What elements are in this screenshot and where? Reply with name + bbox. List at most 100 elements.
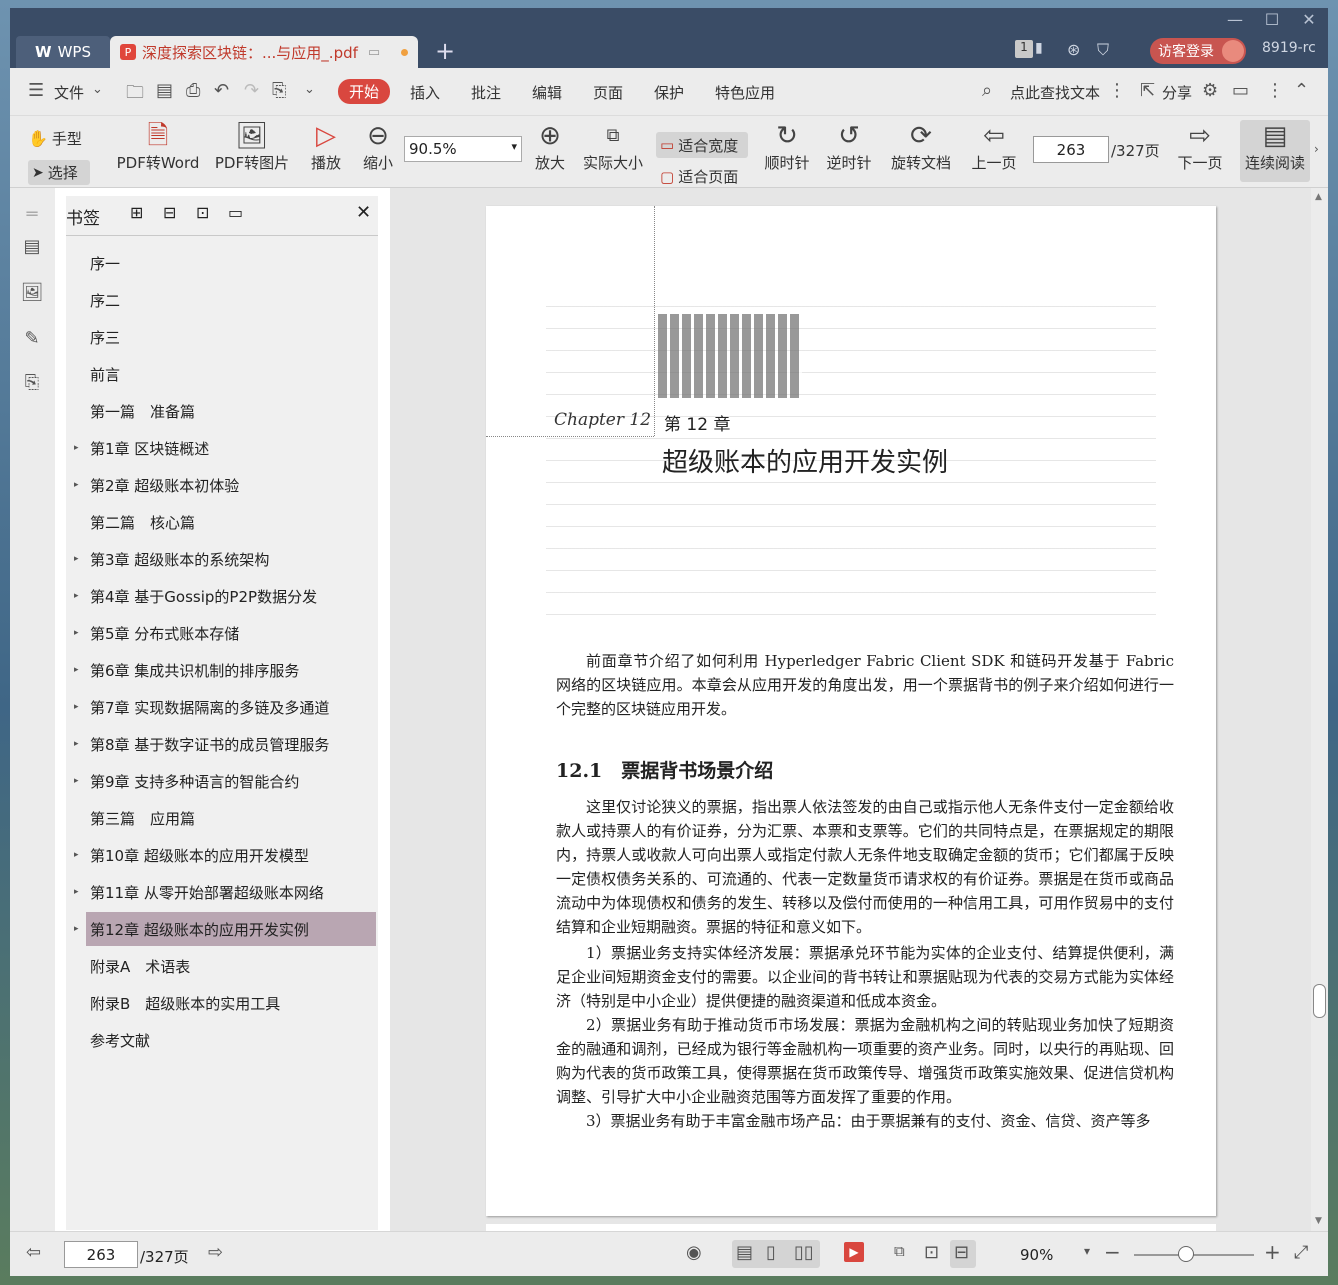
zoom-slider-thumb[interactable] bbox=[1178, 1246, 1194, 1262]
open-folder-icon[interactable]: 🗀 bbox=[126, 80, 144, 110]
tab-document[interactable]: P 深度探索区块链：...与应用_.pdf ▭ bbox=[110, 36, 418, 68]
bookmark-item[interactable]: 第一篇 准备篇 bbox=[86, 394, 376, 428]
actual-size-icon[interactable]: ⧉ bbox=[894, 1242, 905, 1260]
bookmark-item[interactable]: ▸ 第9章 支持多种语言的智能合约 bbox=[74, 764, 376, 798]
expand-arrow-icon[interactable]: ▸ bbox=[74, 443, 79, 453]
bookmark-item[interactable]: ▸ 第2章 超级账本初体验 bbox=[74, 468, 376, 502]
skin-icon[interactable]: ⛉ bbox=[1097, 40, 1109, 60]
login-button[interactable]: 访客登录 bbox=[1150, 38, 1246, 64]
bookmark-item[interactable]: 序二 bbox=[86, 283, 376, 317]
bookmark-item[interactable]: 第三篇 应用篇 bbox=[86, 801, 376, 835]
bookmark-item[interactable]: ▸ 第8章 基于数字证书的成员管理服务 bbox=[74, 727, 376, 761]
expand-arrow-icon[interactable]: ▸ bbox=[74, 554, 79, 564]
cloud-sync-icon[interactable]: ⊛ bbox=[1067, 40, 1080, 59]
next-page-arrow-icon[interactable]: ⇨ bbox=[208, 1242, 223, 1263]
page-number-input[interactable]: 263 bbox=[1033, 136, 1109, 163]
close-panel-icon[interactable]: ✕ bbox=[356, 202, 371, 223]
hamburger-icon[interactable]: ☰ bbox=[28, 80, 44, 101]
single-page-icon[interactable]: ▯ bbox=[766, 1242, 776, 1263]
save-icon[interactable]: ▤ bbox=[156, 80, 173, 101]
status-page-input[interactable]: 263 bbox=[64, 1241, 138, 1268]
bookmark-item[interactable]: 附录B 超级账本的实用工具 bbox=[86, 986, 376, 1020]
bookmark-item[interactable]: ▸ 第6章 集成共识机制的排序服务 bbox=[74, 653, 376, 687]
search-icon[interactable]: ⌕ bbox=[982, 80, 992, 101]
zoom-slider-track[interactable] bbox=[1134, 1254, 1254, 1256]
search-text-button[interactable]: 点此查找文本 bbox=[1010, 82, 1100, 103]
print-icon[interactable]: ⎙ bbox=[186, 80, 200, 101]
rotate-cw-button[interactable]: ↻ 顺时针 bbox=[760, 120, 814, 173]
bookmark-item[interactable]: 序三 bbox=[86, 320, 376, 354]
tab-annotate[interactable]: 批注 bbox=[471, 82, 501, 103]
new-tab-button[interactable]: + bbox=[430, 38, 460, 64]
prev-page-arrow-icon[interactable]: ⇦ bbox=[26, 1242, 41, 1263]
bookmark-item[interactable]: ▸ 第7章 实现数据隔离的多链及多通道 bbox=[74, 690, 376, 724]
export-icon[interactable]: ⎘ bbox=[272, 80, 286, 101]
bookmark-item[interactable]: ▸ 第12章 超级账本的应用开发实例 bbox=[74, 912, 376, 946]
bookmark-item[interactable]: ▸ 第10章 超级账本的应用开发模型 bbox=[74, 838, 376, 872]
collapse-all-icon[interactable]: ⊟ bbox=[163, 203, 176, 222]
bookmark-list-icon[interactable]: ▤ bbox=[20, 236, 44, 260]
settings-icon[interactable]: ⚙ bbox=[1202, 80, 1218, 101]
expand-arrow-icon[interactable]: ▸ bbox=[74, 628, 79, 638]
play-button[interactable]: ▷ 播放 bbox=[306, 120, 346, 173]
attachment-icon[interactable]: ⎘ bbox=[20, 372, 44, 396]
expand-all-icon[interactable]: ⊞ bbox=[130, 203, 143, 222]
bookmark-item[interactable]: ▸ 第1章 区块链概述 bbox=[74, 431, 376, 465]
expand-arrow-icon[interactable]: ▸ bbox=[74, 702, 79, 712]
window-count-badge[interactable]: 1 bbox=[1015, 40, 1033, 58]
tab-insert[interactable]: 插入 bbox=[410, 82, 440, 103]
zoom-in-button[interactable]: ⊕ 放大 bbox=[532, 120, 568, 173]
expand-arrow-icon[interactable]: ▸ bbox=[74, 776, 79, 786]
bookmark-options-icon[interactable]: ▭ bbox=[228, 203, 243, 222]
fit-width-button[interactable]: ▭ 适合宽度 bbox=[656, 132, 748, 158]
tab-edit[interactable]: 编辑 bbox=[532, 82, 562, 103]
share-button[interactable]: 分享 bbox=[1162, 82, 1192, 103]
play-icon[interactable]: ▶ bbox=[844, 1242, 864, 1262]
scroll-thumb[interactable] bbox=[1313, 984, 1326, 1018]
comment-icon[interactable]: ▭ bbox=[1232, 80, 1249, 101]
bookmark-item[interactable]: ▸ 第4章 基于Gossip的P2P数据分发 bbox=[74, 579, 376, 613]
hand-tool-button[interactable]: ✋ 手型 bbox=[28, 128, 90, 149]
bookmark-item[interactable]: ▸ 第5章 分布式账本存储 bbox=[74, 616, 376, 650]
expand-arrow-icon[interactable]: ▸ bbox=[74, 924, 79, 934]
expand-arrow-icon[interactable]: ▸ bbox=[74, 850, 79, 860]
zoom-out-button[interactable]: ⊖ 缩小 bbox=[360, 120, 396, 173]
select-tool-button[interactable]: ➤ 选择 bbox=[28, 160, 90, 185]
expand-arrow-icon[interactable]: ▸ bbox=[74, 591, 79, 601]
tab-page[interactable]: 页面 bbox=[593, 82, 623, 103]
actual-size-button[interactable]: ⧉ 实际大小 bbox=[580, 120, 646, 173]
more-tools-icon[interactable]: ⌄ bbox=[304, 82, 315, 97]
rail-collapse-icon[interactable]: ═ bbox=[20, 204, 44, 228]
bookmark-item[interactable]: ▸ 第11章 从零开始部署超级账本网络 bbox=[74, 875, 376, 909]
pdf-to-word-button[interactable]: 🗎 PDF转Word bbox=[112, 120, 204, 173]
chevron-down-icon[interactable]: ⌄ bbox=[92, 82, 103, 97]
fit-page-button[interactable]: ▢ 适合页面 bbox=[656, 166, 748, 187]
rotate-doc-button[interactable]: ⟳ 旋转文档 bbox=[886, 120, 956, 173]
tab-protect[interactable]: 保护 bbox=[654, 82, 684, 103]
bookmark-item[interactable]: 序一 bbox=[86, 246, 376, 280]
expand-arrow-icon[interactable]: ▸ bbox=[74, 665, 79, 675]
scroll-down-icon[interactable]: ▼ bbox=[1315, 1216, 1322, 1226]
minimize-icon[interactable]: — bbox=[1220, 10, 1250, 29]
expand-arrow-icon[interactable]: ▸ bbox=[74, 739, 79, 749]
redo-icon[interactable]: ↷ bbox=[244, 80, 259, 101]
two-page-icon[interactable]: ▯▯ bbox=[794, 1242, 814, 1263]
undo-icon[interactable]: ↶ bbox=[214, 80, 229, 101]
more-vertical-icon[interactable]: ⋮ bbox=[1108, 80, 1126, 101]
tab-wps-home[interactable]: W WPS bbox=[16, 36, 110, 68]
next-page-button[interactable]: ⇨ 下一页 bbox=[1174, 120, 1226, 173]
bookmark-item[interactable]: ▸ 第3章 超级账本的系统架构 bbox=[74, 542, 376, 576]
tab-start[interactable]: 开始 bbox=[338, 79, 391, 104]
thumbnail-icon[interactable]: 🖼 bbox=[20, 282, 44, 306]
eye-protect-icon[interactable]: ◉ bbox=[686, 1242, 702, 1263]
maximize-icon[interactable]: ☐ bbox=[1257, 10, 1287, 29]
tile-icon[interactable]: ▮ bbox=[1035, 40, 1043, 56]
bookmark-item[interactable]: 第二篇 核心篇 bbox=[86, 505, 376, 539]
zoom-plus-icon[interactable]: + bbox=[1264, 1240, 1281, 1264]
rotate-ccw-button[interactable]: ↺ 逆时针 bbox=[822, 120, 876, 173]
continuous-view-icon[interactable]: ▤ bbox=[736, 1242, 753, 1263]
zoom-dropdown-icon[interactable]: ▾ bbox=[1084, 1244, 1090, 1258]
fit-page-icon[interactable]: ⊡ bbox=[924, 1242, 939, 1263]
pdf-to-image-button[interactable]: 🖼 PDF转图片 bbox=[213, 120, 291, 173]
ribbon-scroll-right-icon[interactable]: › bbox=[1314, 142, 1319, 156]
